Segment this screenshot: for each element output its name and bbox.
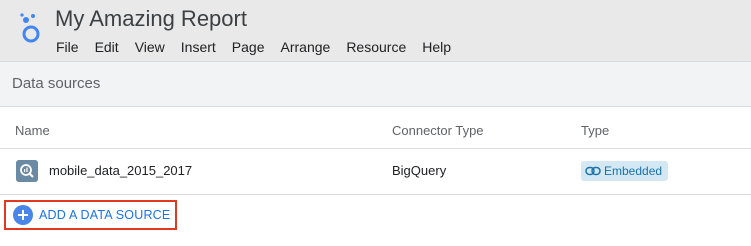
badge-label: Embedded: [604, 164, 663, 178]
column-header-name[interactable]: Name: [15, 123, 50, 138]
menu-view[interactable]: View: [127, 39, 173, 55]
data-sources-panel-header: Data sources: [0, 61, 751, 107]
column-header-connector-type[interactable]: Connector Type: [392, 123, 484, 138]
connector-type: BigQuery: [392, 163, 447, 178]
status-badge: Embedded: [581, 161, 669, 181]
report-title[interactable]: My Amazing Report: [55, 6, 247, 32]
add-data-source-button[interactable]: ADD A DATA SOURCE: [4, 200, 177, 230]
menu-insert[interactable]: Insert: [173, 39, 224, 55]
menu-bar: File Edit View Insert Page Arrange Resou…: [48, 36, 459, 58]
menu-edit[interactable]: Edit: [87, 39, 127, 55]
panel-title: Data sources: [12, 75, 101, 92]
app-header: My Amazing Report File Edit View Insert …: [0, 0, 751, 61]
bigquery-icon: [16, 160, 38, 182]
data-source-name[interactable]: mobile_data_2015_2017: [49, 163, 192, 178]
menu-arrange[interactable]: Arrange: [273, 39, 339, 55]
menu-help[interactable]: Help: [414, 39, 459, 55]
menu-file[interactable]: File: [48, 39, 87, 55]
plus-circle-icon: [13, 205, 33, 225]
link-icon: [585, 166, 601, 176]
looker-studio-logo-icon[interactable]: [18, 12, 44, 44]
add-data-source-label: ADD A DATA SOURCE: [39, 208, 171, 222]
table-row[interactable]: mobile_data_2015_2017 BigQuery Embedded: [0, 149, 751, 195]
column-header-type[interactable]: Type: [581, 123, 609, 138]
menu-resource[interactable]: Resource: [338, 39, 414, 55]
menu-page[interactable]: Page: [224, 39, 273, 55]
